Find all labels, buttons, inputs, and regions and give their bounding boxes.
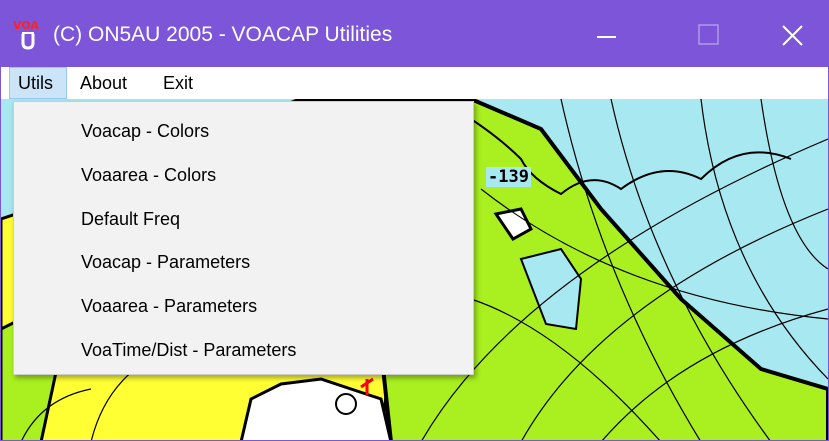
- menu-item-voatime-dist-parameters[interactable]: VoaTime/Dist - Parameters: [14, 330, 473, 370]
- menu-item-voacap-parameters[interactable]: Voacap - Parameters: [14, 242, 473, 282]
- title-bar[interactable]: VOA (C) ON5AU 2005 - VOACAP Utilities: [1, 1, 828, 67]
- utils-dropdown-menu: Voacap - Colors Voaarea - Colors Default…: [13, 101, 474, 375]
- menu-bar: Utils About Exit: [1, 67, 828, 99]
- menu-exit[interactable]: Exit: [155, 67, 201, 99]
- map-contour-label: -139: [486, 167, 531, 187]
- svg-text:VOA: VOA: [13, 19, 39, 32]
- menu-item-voacap-colors[interactable]: Voacap - Colors: [14, 111, 473, 151]
- minimize-icon: [597, 36, 616, 38]
- menu-item-voaarea-parameters[interactable]: Voaarea - Parameters: [14, 286, 473, 326]
- menu-about[interactable]: About: [72, 67, 135, 99]
- close-button[interactable]: [746, 1, 828, 67]
- close-icon: [782, 25, 803, 46]
- menu-item-voaarea-colors[interactable]: Voaarea - Colors: [14, 155, 473, 195]
- voacap-app-icon[interactable]: VOA: [12, 17, 44, 51]
- app-window: VOA (C) ON5AU 2005 - VOACAP Utilities Ut…: [0, 0, 829, 441]
- menu-item-default-freq[interactable]: Default Freq: [14, 199, 473, 239]
- menu-utils[interactable]: Utils: [9, 67, 67, 99]
- window-title: (C) ON5AU 2005 - VOACAP Utilities: [53, 23, 393, 46]
- minimize-button[interactable]: [551, 1, 661, 67]
